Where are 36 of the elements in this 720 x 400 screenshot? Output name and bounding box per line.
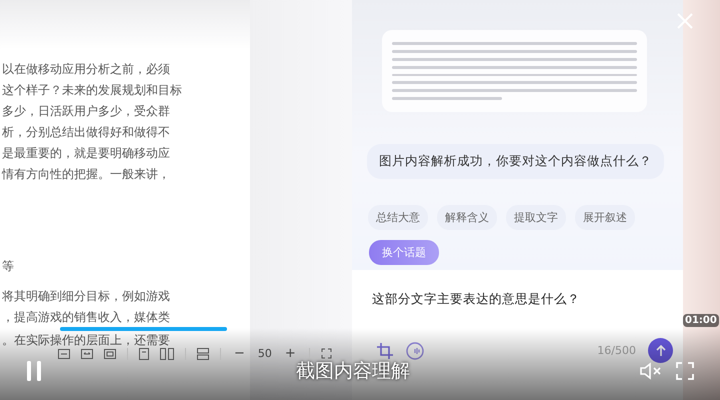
document-text: 。在实际操作的层面上，还需要 <box>1 332 171 349</box>
send-button[interactable] <box>648 338 673 363</box>
document-text: ，提高游戏的销售收入，媒体类 <box>1 309 171 326</box>
document-text: 是最重要的，就是要明确移动应 <box>1 145 171 162</box>
input-text: 这部分文字主要表达的意思是什么？ <box>372 291 581 308</box>
document-text: 析，分别总结出做得好和做得不 <box>1 124 171 141</box>
fit-width-icon[interactable] <box>81 348 93 358</box>
fit-page-icon[interactable] <box>104 348 116 358</box>
zoom-out-button[interactable]: − <box>232 346 247 361</box>
pause-icon[interactable] <box>26 360 42 382</box>
document-text: 情有方向性的把握。一般来讲， <box>0 166 171 183</box>
character-counter: 16/500 <box>597 344 636 357</box>
expand-icon[interactable] <box>320 348 332 359</box>
suggestion-chip[interactable]: 展开叙述 <box>575 205 635 230</box>
document-text: 多少，日活跃用户多少，受众群 <box>1 103 171 120</box>
crop-icon[interactable] <box>376 342 394 360</box>
change-topic-button[interactable]: 换个话题 <box>369 240 439 265</box>
voice-icon[interactable] <box>406 342 424 360</box>
document-text: 这个样子？未来的发展规划和目标 <box>1 82 183 99</box>
two-page-icon[interactable] <box>160 348 174 360</box>
suggestion-chip[interactable]: 提取文字 <box>506 205 566 230</box>
arrow-up-icon <box>656 344 666 356</box>
fullscreen-icon[interactable] <box>676 362 694 380</box>
document-text: 以在做移动应用分析之前，必须 <box>1 61 171 78</box>
suggestion-chip[interactable]: 解释含义 <box>437 205 497 230</box>
scroll-view-icon[interactable] <box>197 348 209 360</box>
suggestion-chip[interactable]: 总结大意 <box>368 205 428 230</box>
mute-icon[interactable] <box>640 362 662 380</box>
page-view-icon[interactable] <box>58 348 70 358</box>
zoom-in-button[interactable]: + <box>282 346 298 361</box>
time-label: 01:00 <box>683 314 719 327</box>
single-page-icon[interactable] <box>139 348 149 360</box>
assistant-message: 图片内容解析成功，你要对这个内容做点什么？ <box>367 144 664 179</box>
document-text: 将其明确到细分目标，例如游戏 <box>1 288 171 305</box>
zoom-level: 50 <box>258 347 272 360</box>
document-text: 等 <box>1 258 15 275</box>
